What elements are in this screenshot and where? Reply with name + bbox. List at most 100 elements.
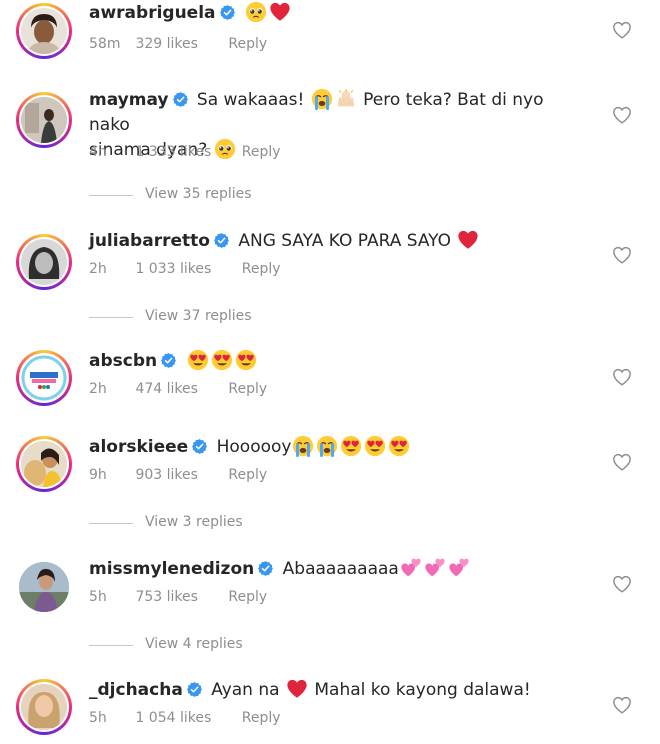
crying-emoji-icon (292, 435, 314, 457)
comment-likes[interactable]: 329 likes (135, 35, 197, 53)
heart-outline-icon[interactable] (612, 106, 632, 124)
avatar[interactable] (16, 234, 72, 290)
replies-divider (89, 317, 133, 318)
comment-likes[interactable]: 903 likes (135, 466, 197, 484)
view-replies-label[interactable]: View 4 replies (145, 636, 243, 652)
two-hearts-emoji-icon (448, 557, 470, 579)
heart-outline-icon[interactable] (612, 246, 632, 264)
comment-time: 5h (89, 710, 107, 726)
heart-outline-icon[interactable] (612, 368, 632, 386)
comment-text: Hoooooy (216, 437, 292, 457)
pleading-emoji-icon (245, 1, 267, 23)
reply-button[interactable]: Reply (228, 588, 267, 606)
comment-likes[interactable]: 1 054 likes (135, 709, 211, 727)
heart-eyes-emoji-icon (340, 435, 362, 457)
red-heart-emoji-icon (286, 678, 308, 700)
heart-outline-icon[interactable] (612, 575, 632, 593)
red-heart-emoji-icon (269, 1, 291, 23)
view-replies-label[interactable]: View 37 replies (145, 308, 252, 324)
comment-time: 58m (89, 36, 121, 52)
heart-eyes-emoji-icon (364, 435, 386, 457)
avatar-photo (21, 441, 67, 487)
username[interactable]: awrabriguela (89, 3, 216, 23)
avatar[interactable] (16, 3, 72, 59)
crying-emoji-icon (311, 88, 333, 110)
view-replies-label[interactable]: View 35 replies (145, 186, 252, 202)
verified-badge-icon (161, 353, 176, 368)
heart-eyes-emoji-icon (211, 349, 233, 371)
comment-body: alorskieee Hoooooy (89, 435, 589, 460)
comment-meta: 2h 1 033 likes Reply (89, 260, 281, 278)
avatar-photo (21, 684, 67, 730)
raised-hands-emoji-icon (335, 88, 357, 110)
avatar[interactable] (16, 559, 72, 615)
reply-button[interactable]: Reply (242, 143, 281, 161)
avatar-photo (19, 562, 69, 612)
verified-badge-icon (214, 233, 229, 248)
username[interactable]: _djchacha (89, 680, 183, 700)
heart-outline-icon[interactable] (612, 453, 632, 471)
heart-outline-icon[interactable] (612, 696, 632, 714)
username[interactable]: juliabarretto (89, 231, 210, 251)
comment-time: 9h (89, 467, 107, 483)
crying-emoji-icon (316, 435, 338, 457)
replies-divider (89, 645, 133, 646)
reply-button[interactable]: Reply (242, 260, 281, 278)
comment-meta: 9h 903 likes Reply (89, 466, 267, 484)
comment-text: Ayan na (211, 680, 280, 700)
reply-button[interactable]: Reply (242, 709, 281, 727)
comment-time: 5h (89, 589, 107, 605)
comment-meta: 4h 1 333 likes Reply (89, 143, 281, 161)
avatar-photo (21, 97, 67, 143)
verified-badge-icon (220, 5, 235, 20)
comment-body: missmylenedizon Abaaaaaaaaa (89, 557, 589, 582)
comment-text: Sa wakaaas! (196, 90, 305, 110)
reply-button[interactable]: Reply (228, 35, 267, 53)
comment-body: juliabarretto ANG SAYA KO PARA SAYO (89, 229, 589, 254)
comment-meta: 2h 474 likes Reply (89, 380, 267, 398)
comment-text: Abaaaaaaaaa (282, 559, 399, 579)
comment-meta: 5h 1 054 likes Reply (89, 709, 281, 727)
verified-badge-icon (187, 682, 202, 697)
verified-badge-icon (173, 92, 188, 107)
comment-body: _djchacha Ayan na Mahal ko kayong dalawa… (89, 678, 589, 703)
username[interactable]: missmylenedizon (89, 559, 254, 579)
comment-likes[interactable]: 753 likes (135, 588, 197, 606)
heart-eyes-emoji-icon (388, 435, 410, 457)
avatar-photo (21, 8, 67, 54)
comment-body: awrabriguela (89, 1, 589, 26)
two-hearts-emoji-icon (400, 557, 422, 579)
heart-eyes-emoji-icon (187, 349, 209, 371)
comment-time: 2h (89, 261, 107, 277)
comment-text: ANG SAYA KO PARA SAYO (238, 231, 451, 251)
comment-time: 2h (89, 381, 107, 397)
comment-text-continued: Mahal ko kayong dalawa! (314, 680, 531, 700)
avatar-photo (21, 239, 67, 285)
two-hearts-emoji-icon (424, 557, 446, 579)
reply-button[interactable]: Reply (228, 380, 267, 398)
comment-meta: 58m 329 likes Reply (89, 35, 267, 53)
comment-likes[interactable]: 1 033 likes (135, 260, 211, 278)
replies-divider (89, 523, 133, 524)
red-heart-emoji-icon (457, 229, 479, 251)
avatar[interactable] (16, 436, 72, 492)
reply-button[interactable]: Reply (228, 466, 267, 484)
avatar-photo (21, 355, 67, 401)
avatar[interactable] (16, 679, 72, 735)
comment-time: 4h (89, 144, 107, 160)
heart-eyes-emoji-icon (235, 349, 257, 371)
username[interactable]: abscbn (89, 351, 157, 371)
view-replies-label[interactable]: View 3 replies (145, 514, 243, 530)
comment-likes[interactable]: 474 likes (135, 380, 197, 398)
username[interactable]: maymay (89, 90, 169, 110)
verified-badge-icon (192, 439, 207, 454)
comment-meta: 5h 753 likes Reply (89, 588, 267, 606)
replies-divider (89, 195, 133, 196)
comment-body: abscbn (89, 349, 589, 374)
avatar[interactable] (16, 92, 72, 148)
verified-badge-icon (258, 561, 273, 576)
comment-likes[interactable]: 1 333 likes (135, 143, 211, 161)
username[interactable]: alorskieee (89, 437, 188, 457)
avatar[interactable] (16, 350, 72, 406)
heart-outline-icon[interactable] (612, 21, 632, 39)
